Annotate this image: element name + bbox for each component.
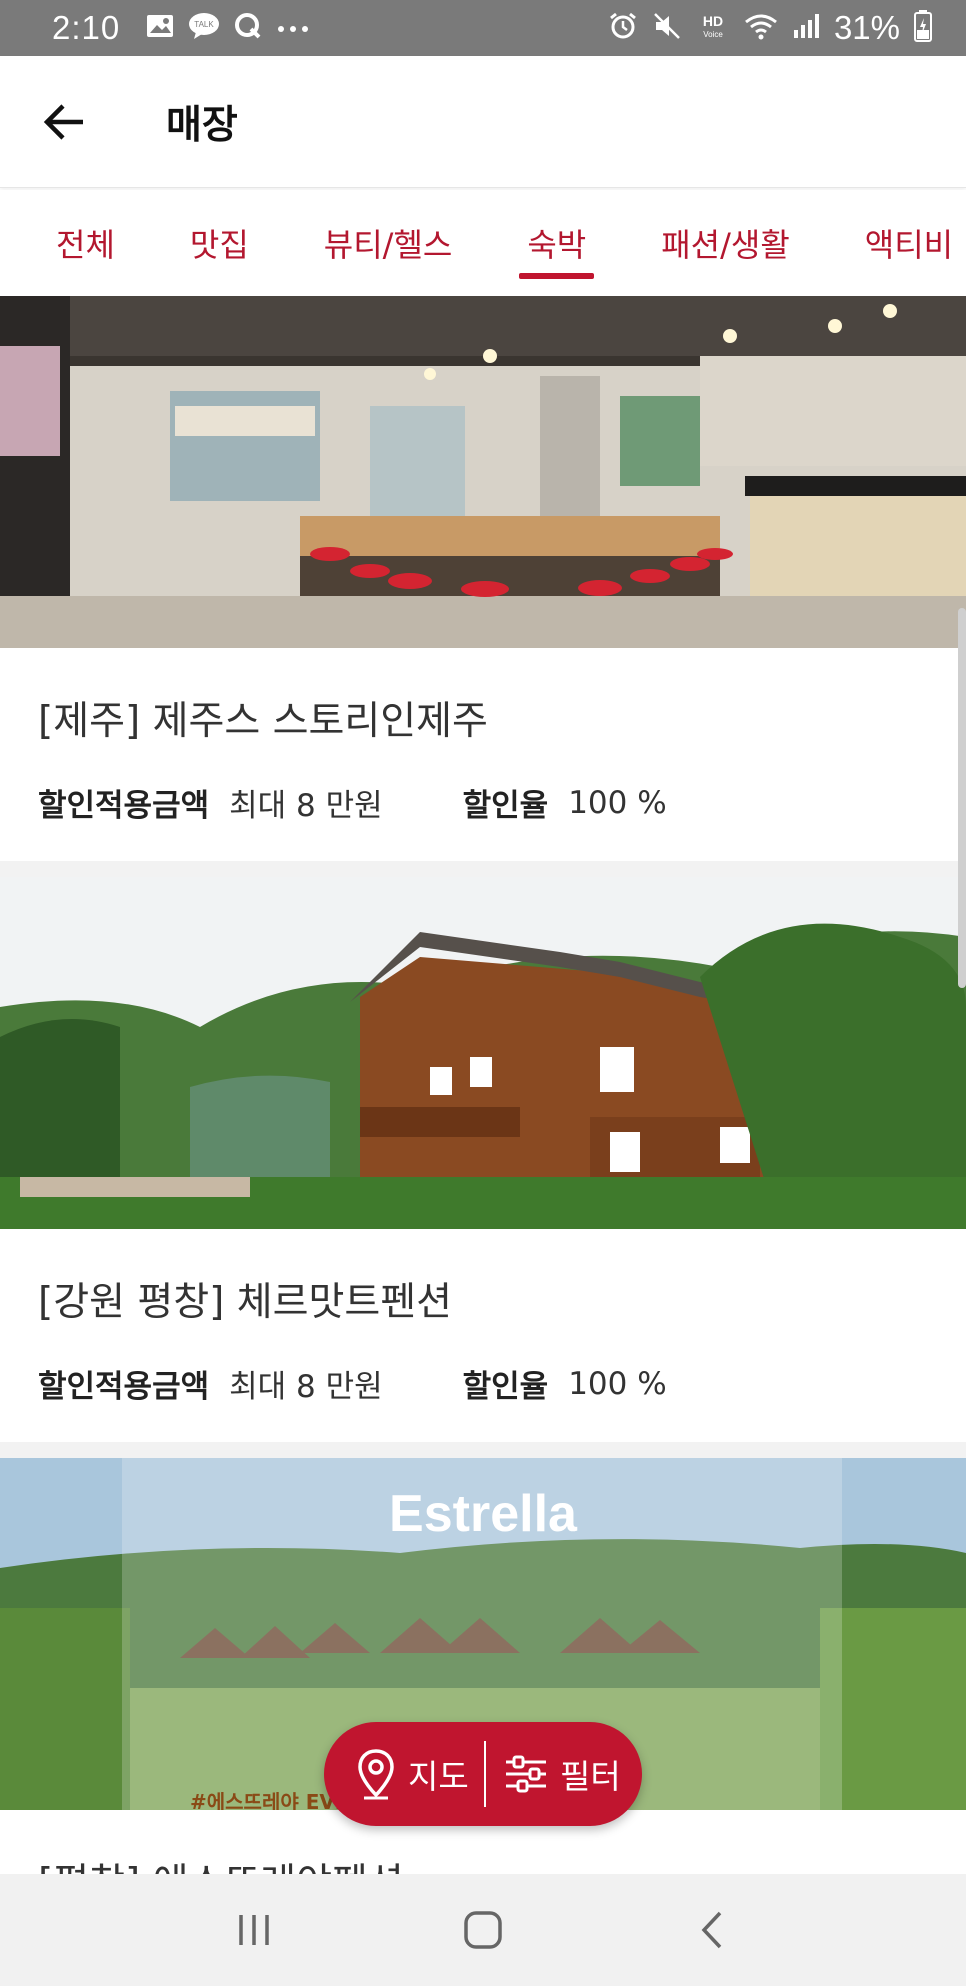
- recent-apps-button[interactable]: [214, 1890, 294, 1970]
- battery-percent: 31%: [833, 9, 900, 46]
- discount-amount-label: 할인적용금액: [38, 788, 210, 824]
- image-icon: [146, 13, 174, 43]
- home-icon: [464, 1911, 502, 1949]
- tab-lodging[interactable]: 숙박: [519, 190, 595, 295]
- filter-label: 필터: [560, 1757, 621, 1796]
- tab-restaurants[interactable]: 맛집: [190, 190, 249, 295]
- page-title: 매장: [166, 102, 238, 148]
- svg-text:TALK: TALK: [195, 20, 215, 29]
- home-button[interactable]: [443, 1890, 523, 1970]
- alarm-icon: [608, 11, 638, 45]
- q-icon: [234, 12, 262, 44]
- tab-fashion-living[interactable]: 패션/생활: [661, 190, 790, 295]
- store-name: [제주] 제주스 스토리인제주: [38, 699, 488, 744]
- signal-icon: [792, 12, 820, 44]
- store-list: [제주] 제주스 스토리인제주 할인적용금액 최대 8 만원 할인율 100 %: [0, 296, 966, 1874]
- category-tabs: 전체 맛집 뷰티/헬스 숙박 패션/생활 액티비: [0, 190, 966, 295]
- store-card[interactable]: [제주] 제주스 스토리인제주 할인적용금액 최대 8 만원 할인율 100 %: [0, 296, 966, 861]
- tab-all[interactable]: 전체: [56, 190, 115, 295]
- map-filter-fab: 지도 필터: [324, 1722, 642, 1826]
- back-button[interactable]: [30, 87, 100, 157]
- back-nav-button[interactable]: [672, 1890, 752, 1970]
- filter-button[interactable]: 필터: [486, 1722, 621, 1826]
- store-photo: [0, 296, 966, 648]
- discount-amount-value: 최대 8 만원: [229, 1369, 383, 1405]
- talk-icon: TALK: [188, 12, 220, 44]
- svg-text:Voice: Voice: [703, 30, 723, 39]
- status-time: 2:10: [52, 9, 121, 46]
- discount-rate-label: 할인율: [462, 1369, 549, 1405]
- back-arrow-icon: [43, 103, 83, 140]
- svg-text:HD: HD: [703, 13, 723, 29]
- tab-beauty-health[interactable]: 뷰티/헬스: [324, 190, 453, 295]
- status-bar: 2:10 TALK HD Voice 31%: [0, 0, 966, 56]
- store-name: [강원 평창] 체르맛트펜션: [38, 1280, 453, 1325]
- back-chevron-icon: [701, 1911, 721, 1949]
- store-name: [평창] 에스뜨레야펜션: [38, 1852, 928, 1874]
- system-nav-bar: [0, 1874, 966, 1986]
- discount-amount-label: 할인적용금액: [38, 1369, 210, 1405]
- wifi-icon: [744, 12, 778, 44]
- scroll-indicator[interactable]: [958, 608, 966, 988]
- map-label: 지도: [408, 1757, 469, 1796]
- store-overlay-title: Estrella: [389, 1485, 577, 1543]
- app-bar: 매장: [0, 56, 966, 188]
- tab-activity[interactable]: 액티비: [865, 190, 953, 295]
- store-card[interactable]: [강원 평창] 체르맛트펜션 할인적용금액 최대 8 만원 할인율 100 %: [0, 877, 966, 1442]
- filter-sliders-icon: [506, 1755, 546, 1793]
- hd-voice-icon: HD Voice: [696, 11, 730, 45]
- discount-rate-value: 100 %: [568, 1365, 667, 1402]
- battery-icon: [914, 10, 932, 46]
- map-button[interactable]: 지도: [324, 1722, 484, 1826]
- map-pin-icon: [358, 1749, 394, 1800]
- mute-icon: [652, 11, 682, 45]
- recent-apps-icon: [239, 1915, 270, 1945]
- store-photo: [0, 877, 966, 1229]
- discount-amount-value: 최대 8 만원: [229, 788, 383, 824]
- discount-rate-label: 할인율: [462, 788, 549, 824]
- more-icon: [276, 19, 310, 38]
- discount-rate-value: 100 %: [568, 784, 667, 821]
